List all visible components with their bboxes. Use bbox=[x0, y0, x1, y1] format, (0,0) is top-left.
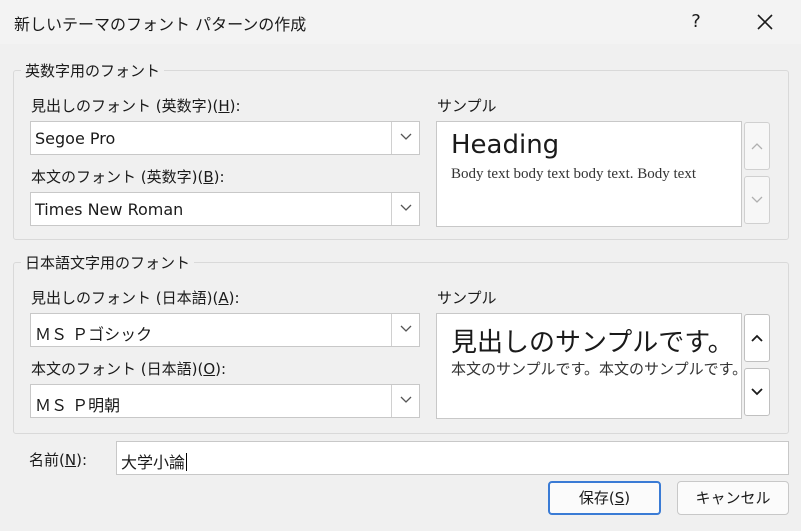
japanese-heading-font-value: ＭＳ Ｐゴシック bbox=[35, 325, 153, 344]
name-label: 名前(N): bbox=[29, 451, 87, 469]
chevron-up-icon bbox=[751, 334, 763, 342]
japanese-sample-scroll-up[interactable] bbox=[744, 314, 770, 362]
text-caret bbox=[186, 453, 188, 471]
japanese-group-label: 日本語文字用のフォント bbox=[21, 252, 195, 273]
japanese-sample-preview: 見出しのサンプルです。 本文のサンプルです。本文のサンプルです。 bbox=[436, 313, 742, 419]
latin-heading-font-label: 見出しのフォント (英数字)(H): bbox=[31, 97, 241, 115]
theme-name-input[interactable]: 大学小論 bbox=[116, 441, 789, 475]
latin-heading-font-value: Segoe Pro bbox=[35, 129, 116, 148]
chevron-down-icon bbox=[400, 396, 411, 403]
chevron-down-icon bbox=[751, 196, 763, 203]
dialog-title: 新しいテーマのフォント パターンの作成 bbox=[14, 15, 307, 34]
latin-sample-label: サンプル bbox=[437, 97, 497, 115]
latin-body-font-label: 本文のフォント (英数字)(B): bbox=[31, 168, 225, 186]
japanese-heading-font-label: 見出しのフォント (日本語)(A): bbox=[31, 289, 240, 307]
latin-body-dropdown-button[interactable] bbox=[391, 193, 419, 225]
japanese-sample-heading: 見出しのサンプルです。 bbox=[451, 328, 734, 358]
chevron-down-icon bbox=[400, 204, 411, 211]
latin-body-font-select[interactable]: Times New Roman bbox=[30, 192, 420, 226]
chevron-down-icon bbox=[400, 133, 411, 140]
latin-group-label: 英数字用のフォント bbox=[21, 60, 165, 81]
chevron-up-icon bbox=[751, 143, 763, 150]
title-bar: 新しいテーマのフォント パターンの作成 ? bbox=[0, 0, 801, 44]
latin-sample-body: Body text body text body text. Body text bbox=[451, 166, 696, 182]
japanese-sample-scroll-down[interactable] bbox=[744, 368, 770, 416]
latin-sample-scroll-up[interactable] bbox=[744, 122, 770, 170]
japanese-heading-dropdown-button[interactable] bbox=[391, 314, 419, 346]
japanese-body-font-value: ＭＳ Ｐ明朝 bbox=[35, 396, 121, 415]
latin-sample-preview: Heading Body text body text body text. B… bbox=[436, 121, 742, 227]
help-button[interactable]: ? bbox=[682, 8, 710, 36]
latin-sample-heading: Heading bbox=[451, 130, 560, 160]
latin-heading-dropdown-button[interactable] bbox=[391, 122, 419, 154]
japanese-sample-label: サンプル bbox=[437, 289, 497, 307]
latin-heading-font-select[interactable]: Segoe Pro bbox=[30, 121, 420, 155]
theme-name-value: 大学小論 bbox=[121, 453, 186, 472]
cancel-button[interactable]: キャンセル bbox=[677, 481, 789, 515]
close-icon bbox=[757, 14, 773, 30]
japanese-body-font-select[interactable]: ＭＳ Ｐ明朝 bbox=[30, 384, 420, 418]
japanese-body-font-label: 本文のフォント (日本語)(O): bbox=[31, 360, 227, 378]
latin-sample-scroll-down[interactable] bbox=[744, 176, 770, 224]
japanese-body-dropdown-button[interactable] bbox=[391, 385, 419, 417]
save-button[interactable]: 保存(S) bbox=[548, 481, 661, 515]
chevron-down-icon bbox=[400, 325, 411, 332]
chevron-down-icon bbox=[751, 388, 763, 396]
latin-body-font-value: Times New Roman bbox=[35, 200, 184, 219]
japanese-sample-body: 本文のサンプルです。本文のサンプルです。 bbox=[451, 360, 742, 378]
close-button[interactable] bbox=[748, 6, 782, 38]
japanese-heading-font-select[interactable]: ＭＳ Ｐゴシック bbox=[30, 313, 420, 347]
